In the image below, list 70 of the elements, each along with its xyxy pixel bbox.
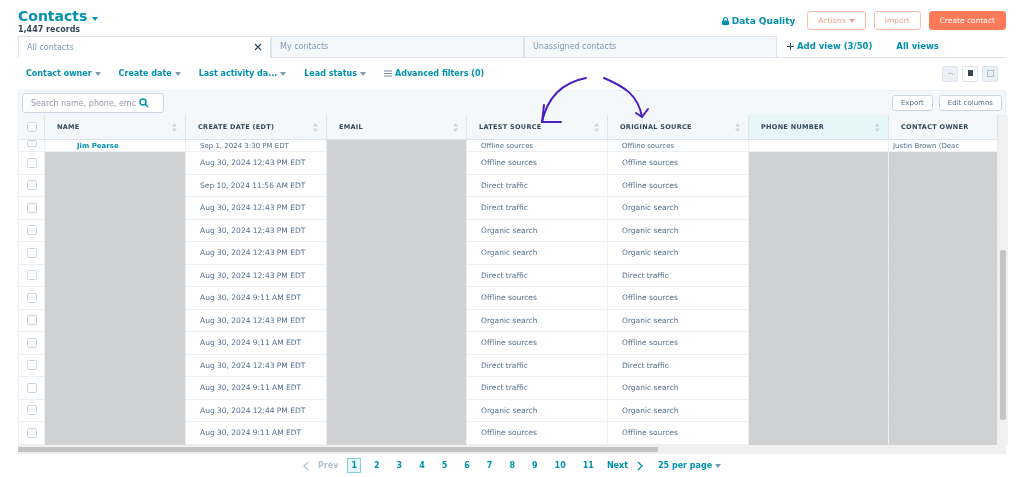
data-quality-link[interactable]: Data Quality (721, 15, 796, 26)
caret-icon (359, 71, 366, 76)
checkbox[interactable] (26, 427, 37, 438)
checkbox[interactable] (26, 157, 37, 168)
add-view-link[interactable]: Add view (3/50) (787, 41, 873, 52)
checkbox[interactable] (26, 382, 37, 393)
search-icon (139, 98, 149, 109)
close-icon[interactable] (254, 43, 262, 52)
per-page-dropdown[interactable]: 25 per page (658, 461, 722, 471)
checkbox[interactable] (26, 270, 37, 281)
filter-dropdown[interactable]: Contact owner (26, 69, 101, 79)
filter-dropdown[interactable]: Lead status (304, 69, 366, 79)
caret-icon (280, 71, 287, 76)
page-link[interactable]: 2 (369, 458, 384, 474)
sort-icon[interactable] (735, 122, 740, 132)
view-tab[interactable]: My contacts (271, 35, 524, 57)
page-link[interactable]: 1 (347, 458, 361, 474)
sort-icon[interactable] (313, 122, 318, 132)
next-link[interactable]: Next (606, 461, 628, 471)
sort-icon[interactable] (453, 122, 458, 132)
checkbox[interactable] (26, 315, 37, 326)
chevron-left-icon[interactable] (302, 460, 309, 471)
record-count: 1,447 records (18, 25, 82, 34)
caret-icon (715, 463, 722, 468)
plus-icon (787, 42, 794, 50)
vertical-scrollbar[interactable] (998, 115, 1008, 445)
lock-icon (721, 16, 729, 25)
caret-icon (94, 71, 101, 76)
checkbox[interactable] (26, 140, 37, 147)
checkbox[interactable] (26, 337, 37, 348)
advanced-filters-link[interactable]: Advanced filters (0) (383, 69, 485, 79)
sliders-icon (383, 70, 392, 78)
arrow-drawing (603, 77, 649, 118)
filter-dropdown[interactable]: Create date (118, 69, 181, 79)
checkbox[interactable] (26, 225, 37, 236)
undo-icon (946, 70, 954, 77)
sort-icon[interactable] (594, 122, 599, 132)
caret-icon (848, 18, 855, 23)
page-link[interactable]: 9 (528, 458, 542, 474)
caret-icon (92, 17, 99, 21)
page-link[interactable]: 4 (415, 458, 429, 474)
page-link[interactable]: 5 (437, 458, 452, 474)
save-icon (986, 70, 994, 78)
checkbox[interactable] (26, 247, 37, 258)
page-link[interactable]: 11 (578, 458, 598, 474)
caret-icon (174, 71, 181, 76)
checkbox[interactable] (26, 122, 37, 132)
checkbox[interactable] (26, 180, 37, 191)
sort-icon[interactable] (875, 122, 880, 132)
horizontal-scrollbar[interactable] (18, 444, 1006, 455)
page-link[interactable]: 8 (505, 458, 519, 474)
page-link[interactable]: 10 (550, 458, 570, 474)
search-field[interactable]: Search name, phone, emc (22, 93, 164, 114)
checkbox[interactable] (26, 360, 37, 371)
page-link[interactable]: 7 (482, 458, 497, 474)
page-title[interactable]: Contacts (18, 8, 99, 24)
arrow-drawing (541, 77, 587, 123)
view-tab[interactable]: All contacts (18, 35, 271, 58)
all-views-link[interactable]: All views (896, 41, 939, 52)
sort-icon[interactable] (172, 122, 177, 132)
copy-icon (967, 70, 973, 78)
filter-dropdown[interactable]: Last activity da... (198, 69, 287, 79)
chevron-right-icon[interactable] (637, 460, 643, 471)
checkbox[interactable] (26, 405, 37, 416)
page-link[interactable]: 6 (460, 458, 474, 474)
view-tab[interactable]: Unassigned contacts (524, 35, 777, 57)
page-link[interactable]: 3 (392, 458, 407, 474)
checkbox[interactable] (26, 202, 37, 213)
checkbox[interactable] (26, 292, 37, 303)
copy-button[interactable] (962, 65, 978, 82)
